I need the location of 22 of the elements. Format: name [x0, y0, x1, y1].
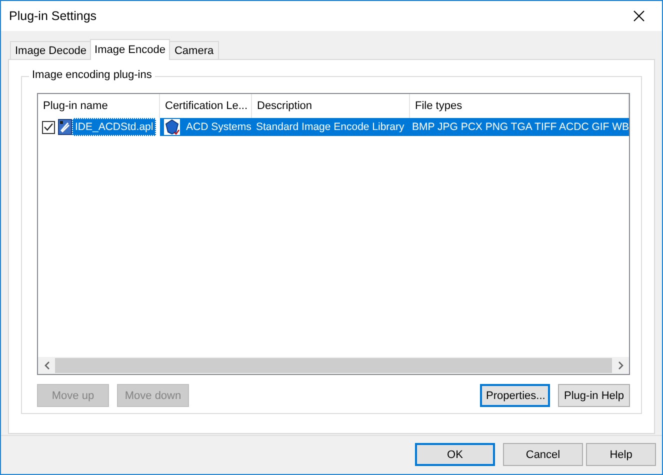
- table-cell: BMP JPG PCX PNG TGA TIFF ACDC GIF WB: [412, 121, 629, 133]
- ok-button[interactable]: OK: [415, 443, 495, 466]
- close-icon: [633, 10, 645, 22]
- help-button[interactable]: Plug-in Help: [558, 384, 630, 407]
- table-cell: ACD Systems: [186, 121, 252, 133]
- plugin-icon: [58, 119, 72, 135]
- scroll-right-icon[interactable]: [618, 361, 624, 370]
- help-button[interactable]: Help: [586, 443, 656, 466]
- tab[interactable]: Camera: [169, 41, 219, 59]
- group-title: Image encoding plug-ins: [29, 69, 155, 81]
- tab[interactable]: Image Encode: [90, 39, 170, 60]
- window-title: Plug-in Settings: [9, 9, 97, 23]
- cancel-button[interactable]: Cancel: [503, 443, 583, 466]
- tab[interactable]: Image Decode: [10, 41, 92, 59]
- plugin-list[interactable]: Plug-in name Certification Le... Description File types IDE_ACDStd.apl ACD Systems Standard Image Encode Library BMP JPG PCX PNG TGA TIFF ACDC GIF WB: [37, 93, 630, 375]
- table-cell: Standard Image Encode Library: [256, 121, 404, 133]
- properties-button[interactable]: Properties...: [480, 384, 550, 407]
- scroll-left-icon[interactable]: [44, 361, 50, 370]
- certificate-icon: [164, 119, 180, 135]
- checkbox[interactable]: [42, 120, 55, 134]
- plugin-name: IDE_ACDStd.apl: [72, 118, 156, 136]
- horizontal-scrollbar[interactable]: [38, 357, 629, 374]
